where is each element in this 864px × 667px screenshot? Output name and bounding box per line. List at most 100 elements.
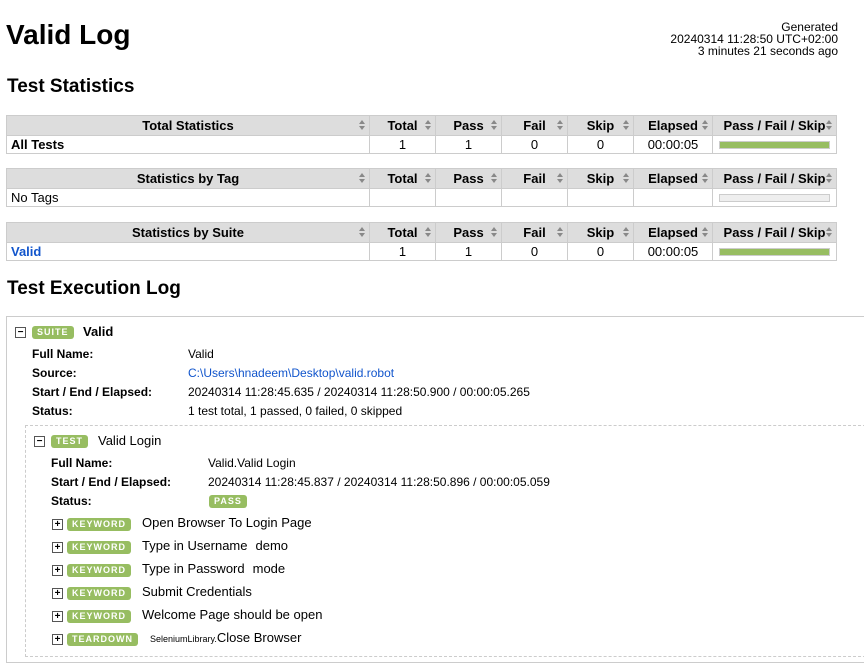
tag-statistics-header[interactable]: Statistics by Tag <box>6 168 370 189</box>
suite-statistics-header[interactable]: Statistics by Suite <box>6 222 370 243</box>
suite-full-name-label: Full Name: <box>32 347 94 361</box>
keyword-badge: KEYWORD <box>67 587 131 600</box>
keyword-name[interactable]: Submit Credentials <box>142 584 252 599</box>
total-value: 1 <box>369 135 436 154</box>
col-total-header[interactable]: Total <box>369 222 436 243</box>
col-pass-header[interactable]: Pass <box>435 115 502 136</box>
teardown-name[interactable]: SeleniumLibrary.Close Browser <box>150 630 301 645</box>
col-skip-header[interactable]: Skip <box>567 168 634 189</box>
all-tests-label: All Tests <box>6 135 370 154</box>
test-full-name: Valid.Valid Login <box>208 456 296 470</box>
teardown-badge: TEARDOWN <box>67 633 138 646</box>
suite-status-label: Status: <box>32 404 73 418</box>
table-row: Valid 1 1 0 0 00:00:05 <box>6 242 837 261</box>
execution-log-heading: Test Execution Log <box>7 278 181 299</box>
pass-bar-fill <box>720 141 829 148</box>
expand-icon[interactable]: + <box>52 519 63 530</box>
pass-fail-bar <box>719 247 830 256</box>
suite-status: 1 test total, 1 passed, 0 failed, 0 skip… <box>188 404 403 418</box>
test-times: 20240314 11:28:45.837 / 20240314 11:28:5… <box>208 475 550 489</box>
expand-icon[interactable]: + <box>52 565 63 576</box>
col-fail-header[interactable]: Fail <box>501 222 568 243</box>
fail-value: 0 <box>501 242 568 261</box>
generated-info: Generated 20240314 11:28:50 UTC+02:00 3 … <box>670 21 838 57</box>
suite-source-label: Source: <box>32 366 77 380</box>
pass-value: 1 <box>435 135 502 154</box>
keyword-arg: mode <box>252 561 286 576</box>
total-value: 1 <box>369 242 436 261</box>
keyword-badge: KEYWORD <box>67 541 131 554</box>
fail-value: 0 <box>501 135 568 154</box>
col-pass-header[interactable]: Pass <box>435 222 502 243</box>
table-row: No Tags <box>6 188 837 207</box>
test-times-label: Start / End / Elapsed: <box>51 475 172 489</box>
test-status-badge: PASS <box>209 495 247 508</box>
expand-icon[interactable]: + <box>52 634 63 645</box>
suite-times: 20240314 11:28:45.635 / 20240314 11:28:5… <box>188 385 530 399</box>
col-fail-header[interactable]: Fail <box>501 115 568 136</box>
keyword-badge: KEYWORD <box>67 518 131 531</box>
keyword-name-text: Type in Username <box>142 538 248 553</box>
test-container: − TEST Valid Login Full Name: Valid.Vali… <box>25 425 864 657</box>
suite-link-cell: Valid <box>6 242 370 261</box>
pass-bar-fill <box>720 248 829 255</box>
expand-icon[interactable]: + <box>52 542 63 553</box>
expand-icon[interactable]: + <box>52 588 63 599</box>
col-graph-header[interactable]: Pass / Fail / Skip <box>712 222 837 243</box>
keyword-name[interactable]: Open Browser To Login Page <box>142 515 312 530</box>
teardown-library: SeleniumLibrary. <box>150 634 217 644</box>
pass-fail-bar-cell <box>712 135 837 154</box>
suite-name[interactable]: Valid <box>83 324 113 339</box>
suite-statistics-table: Statistics by Suite Total Pass Fail Skip… <box>6 222 837 261</box>
col-graph-header[interactable]: Pass / Fail / Skip <box>712 168 837 189</box>
suite-times-label: Start / End / Elapsed: <box>32 385 153 399</box>
execution-log: − SUITE Valid Full Name: Valid Source: C… <box>6 316 864 663</box>
test-statistics-heading: Test Statistics <box>7 76 135 97</box>
test-status-label: Status: <box>51 494 92 508</box>
pass-fail-bar <box>719 140 830 149</box>
suite-link[interactable]: Valid <box>11 244 41 259</box>
total-statistics-table: Total Statistics Total Pass Fail Skip El… <box>6 115 837 154</box>
collapse-suite-toggle[interactable]: − <box>15 327 26 338</box>
keyword-name[interactable]: Type in Password mode <box>142 561 285 576</box>
pass-fail-bar-cell <box>712 242 837 261</box>
test-name[interactable]: Valid Login <box>98 433 161 448</box>
expand-icon[interactable]: + <box>52 611 63 622</box>
elapsed-value: 00:00:05 <box>633 135 713 154</box>
empty-bar <box>719 193 830 202</box>
collapse-test-toggle[interactable]: − <box>34 436 45 447</box>
suite-source-link[interactable]: C:\Users\hnadeem\Desktop\valid.robot <box>188 366 394 380</box>
suite-full-name: Valid <box>188 347 214 361</box>
keyword-badge: KEYWORD <box>67 610 131 623</box>
tag-statistics-table: Statistics by Tag Total Pass Fail Skip E… <box>6 168 837 207</box>
col-graph-header[interactable]: Pass / Fail / Skip <box>712 115 837 136</box>
skip-value: 0 <box>567 135 634 154</box>
col-total-header[interactable]: Total <box>369 115 436 136</box>
keyword-name-text: Type in Password <box>142 561 245 576</box>
page-title: Valid Log <box>6 19 131 50</box>
col-total-header[interactable]: Total <box>369 168 436 189</box>
col-skip-header[interactable]: Skip <box>567 115 634 136</box>
keyword-arg: demo <box>255 538 289 553</box>
col-elapsed-header[interactable]: Elapsed <box>633 115 713 136</box>
no-tags-label: No Tags <box>6 188 370 207</box>
col-skip-header[interactable]: Skip <box>567 222 634 243</box>
col-pass-header[interactable]: Pass <box>435 168 502 189</box>
keyword-name[interactable]: Type in Username demo <box>142 538 288 553</box>
pass-value: 1 <box>435 242 502 261</box>
keyword-badge: KEYWORD <box>67 564 131 577</box>
elapsed-value: 00:00:05 <box>633 242 713 261</box>
skip-value: 0 <box>567 242 634 261</box>
generated-ago: 3 minutes 21 seconds ago <box>697 44 838 58</box>
total-statistics-header[interactable]: Total Statistics <box>6 115 370 136</box>
empty-bar-cell <box>712 188 837 207</box>
test-badge: TEST <box>51 435 89 448</box>
suite-badge: SUITE <box>32 326 74 339</box>
teardown-name-text: Close Browser <box>216 630 302 645</box>
keyword-name[interactable]: Welcome Page should be open <box>142 607 322 622</box>
col-elapsed-header[interactable]: Elapsed <box>633 168 713 189</box>
table-row: All Tests 1 1 0 0 00:00:05 <box>6 135 837 154</box>
test-full-name-label: Full Name: <box>51 456 113 470</box>
col-fail-header[interactable]: Fail <box>501 168 568 189</box>
col-elapsed-header[interactable]: Elapsed <box>633 222 713 243</box>
